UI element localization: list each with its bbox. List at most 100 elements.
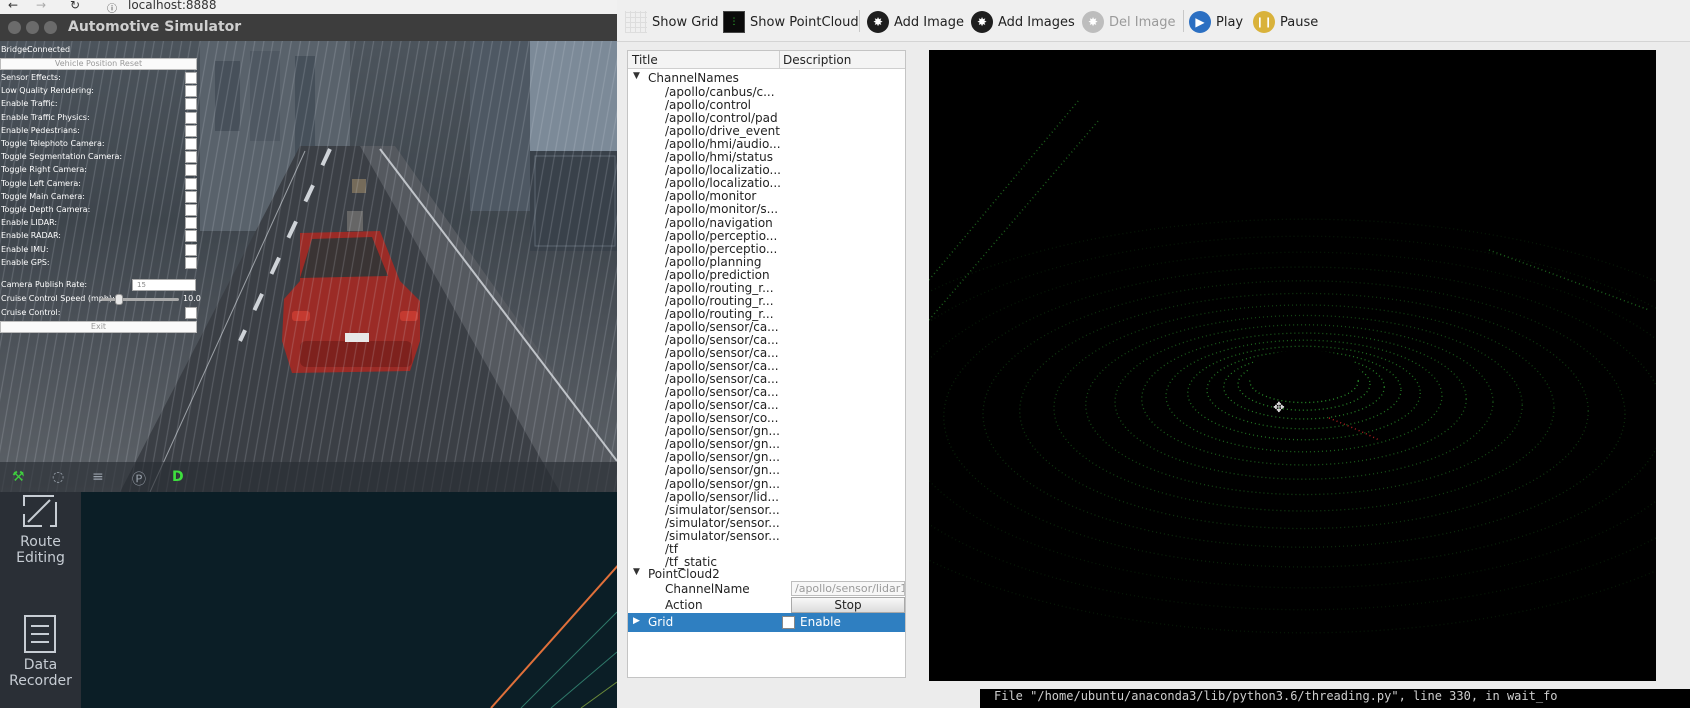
setting-row: Enable Traffic Physics: [1, 111, 197, 125]
channel-item[interactable]: /apollo/prediction [665, 268, 770, 282]
channel-item[interactable]: /apollo/hmi/audio... [665, 137, 781, 151]
channel-item[interactable]: /apollo/sensor/ca... [665, 320, 779, 334]
route-editing-icon [23, 495, 57, 527]
play-icon: ▶ [1189, 11, 1211, 33]
channel-item[interactable]: /apollo/navigation [665, 216, 773, 230]
setting-checkbox[interactable] [185, 190, 197, 203]
channel-item[interactable]: /apollo/hmi/status [665, 150, 773, 164]
add-images-button[interactable]: ✸ Add Images [971, 9, 1075, 35]
del-image-button[interactable]: ✸ Del Image [1082, 9, 1175, 35]
back-icon[interactable]: ← [8, 0, 18, 12]
play-button[interactable]: ▶ Play [1189, 9, 1243, 35]
setting-checkbox[interactable] [185, 243, 197, 256]
channel-item[interactable]: /apollo/monitor [665, 189, 756, 203]
lidar-pointcloud [929, 99, 1656, 634]
setting-checkbox[interactable] [185, 164, 197, 177]
sidebar-item-data-recorder[interactable]: Data Recorder [0, 602, 81, 708]
cruise-control-checkbox[interactable] [185, 307, 197, 319]
grid-enable-label: Enable [800, 615, 841, 629]
simulator-title: Automotive Simulator [68, 19, 242, 35]
channel-item[interactable]: /apollo/control [665, 98, 751, 112]
channel-name-select[interactable]: /apollo/sensor/lidar12 [791, 581, 905, 596]
channel-item[interactable]: /apollo/sensor/ca... [665, 398, 779, 412]
add-image-button[interactable]: ✸ Add Image [867, 9, 964, 35]
channel-item[interactable]: /apollo/sensor/gn... [665, 437, 780, 451]
channel-item[interactable]: /tf [665, 542, 678, 556]
camera-rate-input[interactable]: 15 [132, 279, 196, 291]
slider-handle[interactable] [115, 294, 123, 305]
channel-item[interactable]: /simulator/sensor... [665, 516, 780, 530]
tree-node-pointcloud2[interactable]: PointCloud2 [648, 567, 720, 581]
setting-row: Toggle Left Camera: [1, 177, 197, 191]
setting-checkbox[interactable] [185, 98, 197, 111]
channel-item[interactable]: /apollo/sensor/gn... [665, 450, 780, 464]
setting-checkbox[interactable] [185, 217, 197, 230]
column-description[interactable]: Description [783, 53, 851, 67]
channel-item[interactable]: /simulator/sensor... [665, 503, 780, 517]
setting-checkbox[interactable] [185, 85, 197, 98]
channel-item[interactable]: /apollo/monitor/s... [665, 202, 778, 216]
setting-checkbox[interactable] [185, 230, 197, 243]
channel-item[interactable]: /apollo/localizatio... [665, 176, 781, 190]
setting-checkbox[interactable] [185, 72, 197, 84]
channel-item[interactable]: /apollo/canbus/c... [665, 85, 775, 99]
channel-item[interactable]: /apollo/routing_r... [665, 307, 774, 321]
simulator-window: Automotive Simulator Bridge: Connected V… [0, 14, 617, 492]
show-grid-button[interactable]: Show Grid [625, 9, 719, 35]
column-title[interactable]: Title [632, 53, 658, 67]
setting-checkbox[interactable] [185, 124, 197, 137]
channel-item[interactable]: /apollo/sensor/ca... [665, 359, 779, 373]
channel-item[interactable]: /apollo/perceptio... [665, 229, 777, 243]
camera-aperture-icon: ✸ [1082, 11, 1104, 33]
channel-item[interactable]: /apollo/planning [665, 255, 761, 269]
channel-tree[interactable]: Title Description ▼ ChannelNames /apollo… [627, 50, 906, 678]
channel-item[interactable]: /apollo/sensor/ca... [665, 385, 779, 399]
channel-item[interactable]: /apollo/sensor/gn... [665, 463, 780, 477]
exit-button[interactable]: Exit [0, 321, 197, 333]
reload-icon[interactable]: ↻ [70, 0, 80, 12]
channel-item[interactable]: /apollo/localizatio... [665, 163, 781, 177]
setting-checkbox[interactable] [185, 204, 197, 216]
close-window-icon[interactable] [8, 21, 21, 34]
channel-item[interactable]: /apollo/sensor/lid... [665, 490, 779, 504]
channel-item[interactable]: /apollo/sensor/ca... [665, 333, 779, 347]
cruise-speed-slider[interactable] [101, 294, 179, 305]
channel-item[interactable]: /apollo/routing_r... [665, 294, 774, 308]
channel-item[interactable]: /apollo/sensor/gn... [665, 424, 780, 438]
vehicle-reset-button[interactable]: Vehicle Position Reset [0, 58, 197, 70]
setting-row: Enable GPS: [1, 256, 197, 270]
dreamview-sidebar: Route Editing Data Recorder [0, 492, 81, 708]
tree-node-channelnames[interactable]: ChannelNames [648, 71, 739, 85]
dreamview-map[interactable] [81, 492, 617, 708]
setting-checkbox[interactable] [185, 177, 197, 190]
channel-item[interactable]: /apollo/drive_event [665, 124, 780, 138]
show-pointcloud-button[interactable]: ⋮ Show PointCloud [723, 9, 859, 35]
forward-icon[interactable]: → [36, 0, 46, 12]
viewer-toolbar: Show Grid ⋮ Show PointCloud ✸ Add Image … [617, 0, 1690, 42]
expand-arrow-icon[interactable]: ▶ [633, 616, 640, 626]
collapse-arrow-icon[interactable]: ▼ [633, 567, 640, 577]
stop-button[interactable]: Stop [791, 597, 905, 613]
channel-item[interactable]: /apollo/sensor/gn... [665, 477, 780, 491]
maximize-window-icon[interactable] [44, 21, 57, 34]
setting-checkbox[interactable] [185, 111, 197, 124]
minimize-window-icon[interactable] [26, 21, 39, 34]
channel-item[interactable]: /apollo/perceptio... [665, 242, 777, 256]
channel-item[interactable]: /apollo/sensor/ca... [665, 346, 779, 360]
channel-item[interactable]: /apollo/routing_r... [665, 281, 774, 295]
url-field[interactable]: localhost:8888 [128, 0, 216, 12]
setting-checkbox[interactable] [185, 138, 197, 150]
channel-item[interactable]: /apollo/control/pad [665, 111, 778, 125]
sidebar-item-route-editing[interactable]: Route Editing [0, 492, 81, 602]
collapse-arrow-icon[interactable]: ▼ [633, 71, 640, 81]
setting-checkbox[interactable] [185, 256, 197, 269]
pointcloud-view[interactable]: ✥ [929, 50, 1656, 681]
map-canvas [490, 564, 617, 708]
channel-item[interactable]: /apollo/sensor/ca... [665, 372, 779, 386]
grid-enable-checkbox[interactable] [782, 616, 795, 629]
channel-item[interactable]: /simulator/sensor... [665, 529, 780, 543]
setting-checkbox[interactable] [185, 151, 197, 164]
tree-node-grid[interactable]: ▶ Grid Enable [628, 613, 905, 632]
pause-button[interactable]: ❙❙ Pause [1253, 9, 1318, 35]
channel-item[interactable]: /apollo/sensor/co... [665, 411, 778, 425]
